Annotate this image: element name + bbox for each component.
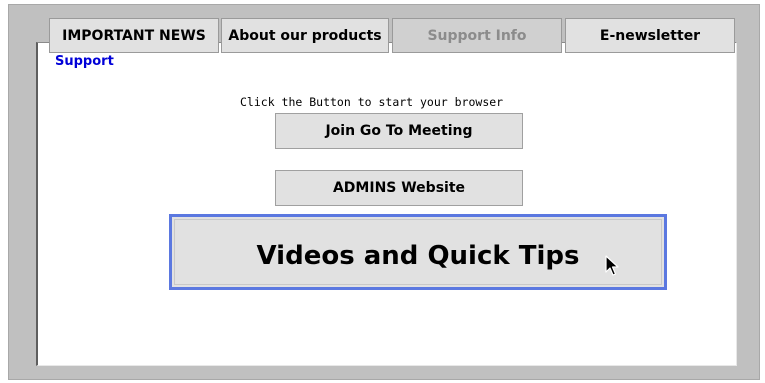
join-go-to-meeting-label: Join Go To Meeting [325,123,473,139]
arrow-cursor-icon [605,255,619,276]
videos-and-quick-tips-button[interactable]: Videos and Quick Tips [169,214,667,290]
join-go-to-meeting-button[interactable]: Join Go To Meeting [275,113,523,149]
instruction-text: Click the Button to start your browser [240,95,504,109]
admins-website-label: ADMINS Website [332,180,466,196]
tab-important-news[interactable]: IMPORTANT NEWS [49,18,219,53]
videos-and-quick-tips-label: Videos and Quick Tips [256,241,580,271]
tab-about-our-products[interactable]: About our products [221,18,389,53]
tab-support-info[interactable]: Support Info [392,18,562,53]
admins-website-button[interactable]: ADMINS Website [275,170,523,206]
section-label-support: Support [55,54,114,69]
tab-e-newsletter[interactable]: E-newsletter [565,18,735,53]
